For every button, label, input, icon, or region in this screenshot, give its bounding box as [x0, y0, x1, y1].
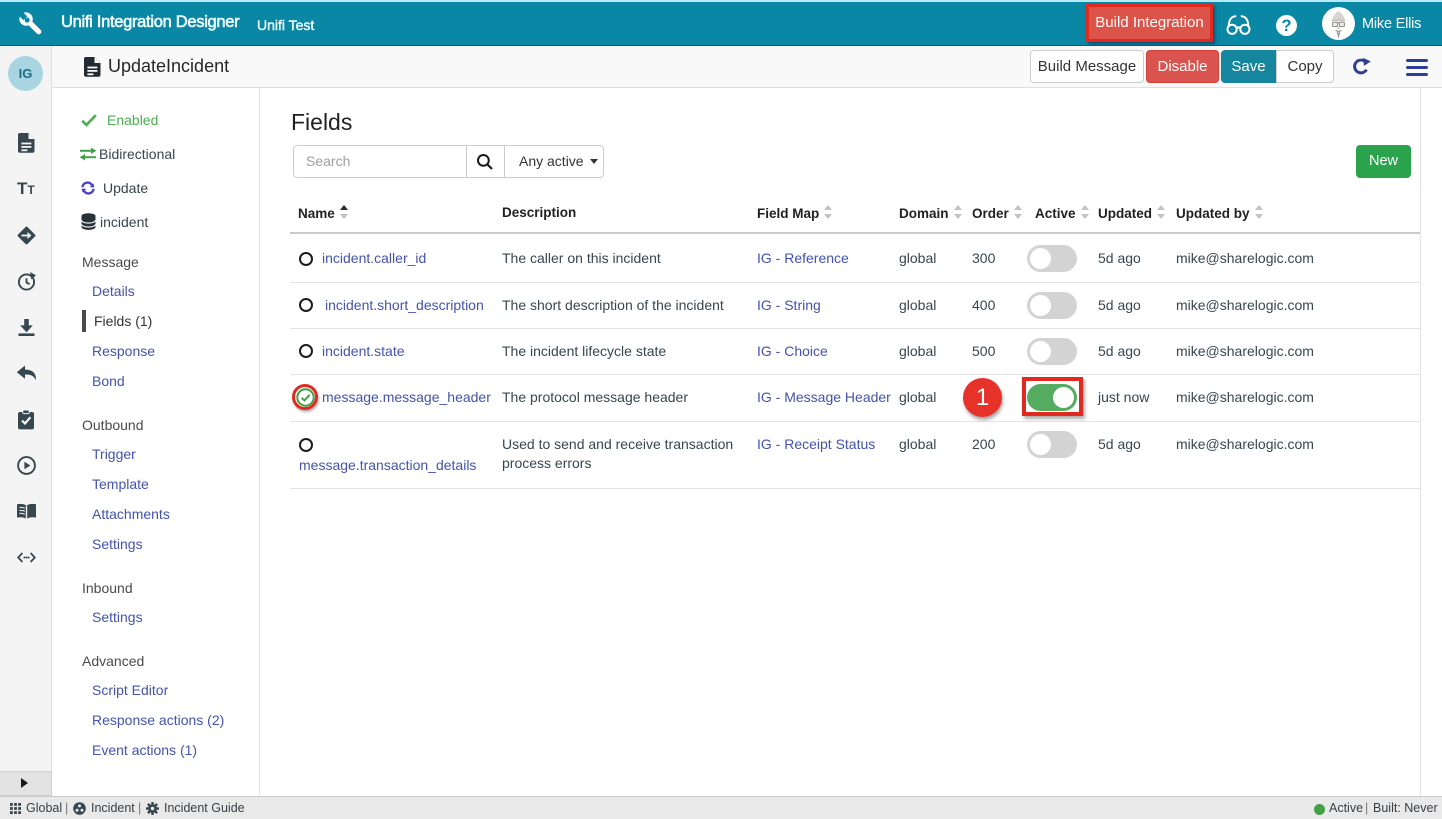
svg-text:?: ?: [1281, 17, 1291, 35]
